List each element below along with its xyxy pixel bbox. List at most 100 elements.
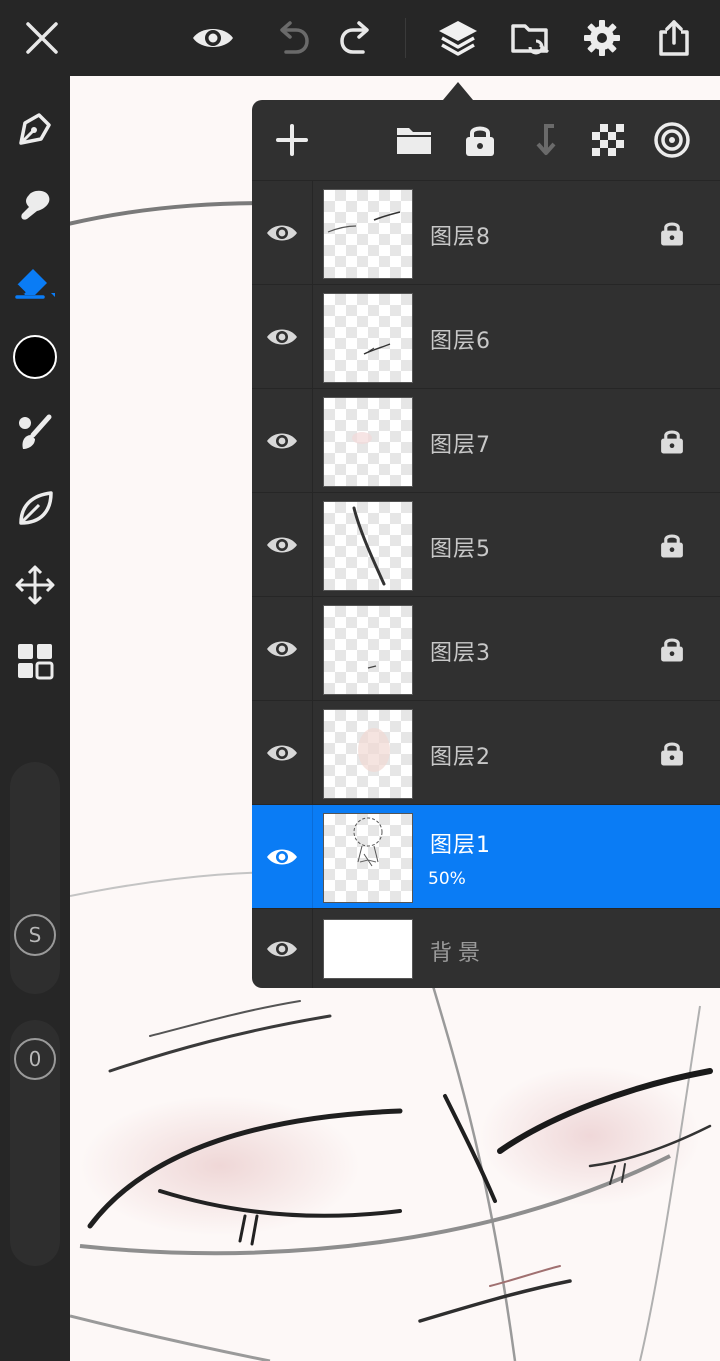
panel-pointer xyxy=(443,82,473,100)
eye-icon xyxy=(267,641,297,657)
layer-row[interactable]: 图层6 xyxy=(252,284,720,389)
color-picker-button[interactable] xyxy=(10,332,60,382)
layer-thumbnail xyxy=(323,189,413,279)
layer-name: 图层7 xyxy=(430,433,491,458)
undo-icon xyxy=(280,21,309,54)
redo-button[interactable] xyxy=(333,14,381,62)
eye-icon xyxy=(267,225,297,241)
layer-lock-indicator[interactable] xyxy=(654,737,690,769)
eye-icon xyxy=(193,29,233,47)
layer-thumbnail xyxy=(323,709,413,799)
layer-lock-indicator[interactable] xyxy=(654,529,690,561)
move-tool-button[interactable] xyxy=(10,560,60,610)
layer-visibility-toggle[interactable] xyxy=(252,805,313,909)
layers-panel-toolbar xyxy=(252,100,720,180)
preview-button[interactable] xyxy=(189,14,237,62)
layer-row[interactable]: 图层7 xyxy=(252,388,720,493)
layer-visibility-toggle[interactable] xyxy=(252,181,313,285)
lock-icon xyxy=(661,534,683,558)
brush-size-slider[interactable] xyxy=(10,762,60,994)
layer-visibility-toggle[interactable] xyxy=(252,909,313,988)
leaf-icon xyxy=(19,491,53,525)
lock-icon xyxy=(661,430,683,454)
gallery-icon xyxy=(511,24,549,55)
layer-row[interactable]: 图层2 xyxy=(252,700,720,805)
layer-visibility-toggle[interactable] xyxy=(252,493,313,597)
eye-icon xyxy=(267,329,297,345)
add-layer-button[interactable] xyxy=(268,116,316,164)
undo-button[interactable] xyxy=(268,14,316,62)
eye-icon xyxy=(267,433,297,449)
layer-name: 图层3 xyxy=(430,641,491,666)
brush-size-label: S xyxy=(14,914,56,956)
left-toolbar: S 0 xyxy=(0,76,70,1361)
smudge-tool-button[interactable] xyxy=(10,180,60,230)
gallery-button[interactable] xyxy=(507,14,555,62)
layer-row[interactable]: 图层3 xyxy=(252,596,720,701)
brush-opacity-knob[interactable]: 0 xyxy=(12,1036,58,1082)
eye-icon xyxy=(267,941,297,957)
layer-name: 图层8 xyxy=(430,225,491,250)
eye-icon xyxy=(267,849,297,865)
layer-lock-indicator[interactable] xyxy=(654,425,690,457)
layer-lock-indicator[interactable] xyxy=(654,633,690,665)
folder-icon xyxy=(397,128,431,154)
layer-name: 图层5 xyxy=(430,537,491,562)
new-group-button[interactable] xyxy=(390,116,438,164)
layer-name: 图层2 xyxy=(430,745,491,770)
target-icon xyxy=(654,122,690,158)
layer-opacity: 50% xyxy=(428,869,466,889)
toolbar-divider xyxy=(405,18,406,58)
brush-library-icon xyxy=(19,414,52,449)
top-toolbar xyxy=(0,0,720,76)
layer-row-background[interactable]: 背景 xyxy=(252,908,720,988)
close-icon xyxy=(26,22,58,54)
plus-icon xyxy=(276,124,308,156)
settings-button[interactable] xyxy=(578,14,626,62)
app-root: S 0 图层8 图层6 图层7 图层5 图层3 图层2 图层1 50% 背景 xyxy=(0,0,720,1361)
grid-tool-button[interactable] xyxy=(10,636,60,686)
layers-panel: 图层8 图层6 图层7 图层5 图层3 图层2 图层1 50% 背景 xyxy=(252,100,720,988)
eye-icon xyxy=(267,537,297,553)
close-button[interactable] xyxy=(18,14,66,62)
layer-name: 图层1 xyxy=(430,833,491,858)
lock-icon xyxy=(661,222,683,246)
layers-icon xyxy=(439,21,477,56)
layer-visibility-toggle[interactable] xyxy=(252,701,313,805)
brush-size-knob[interactable]: S xyxy=(12,912,58,958)
layer-row[interactable]: 图层5 xyxy=(252,492,720,597)
layer-visibility-toggle[interactable] xyxy=(252,597,313,701)
layer-thumbnail xyxy=(323,813,413,903)
layer-visibility-toggle[interactable] xyxy=(252,389,313,493)
merge-down-icon xyxy=(536,124,556,155)
reference-button[interactable] xyxy=(648,116,696,164)
color-swatch xyxy=(13,335,57,379)
gear-icon xyxy=(584,20,620,56)
checkerboard-icon xyxy=(592,124,624,156)
layer-name: 背景 xyxy=(430,941,487,966)
eraser-tool-button[interactable] xyxy=(10,256,60,306)
smudge-icon xyxy=(21,190,50,220)
redo-icon xyxy=(340,21,369,54)
layer-thumbnail xyxy=(323,397,413,487)
brush-library-button[interactable] xyxy=(10,408,60,458)
move-icon xyxy=(15,565,55,605)
layer-name: 图层6 xyxy=(430,329,491,354)
merge-down-button[interactable] xyxy=(520,116,568,164)
transparency-button[interactable] xyxy=(584,116,632,164)
pen-tool-button[interactable] xyxy=(10,104,60,154)
layer-row[interactable]: 图层8 xyxy=(252,180,720,285)
leaf-tool-button[interactable] xyxy=(10,484,60,534)
lock-icon xyxy=(661,742,683,766)
layer-visibility-toggle[interactable] xyxy=(252,285,313,389)
share-button[interactable] xyxy=(650,14,698,62)
layers-button[interactable] xyxy=(434,14,482,62)
lock-icon xyxy=(661,638,683,662)
lock-layer-button[interactable] xyxy=(456,116,504,164)
layer-row-selected[interactable]: 图层1 50% xyxy=(252,804,720,909)
layer-thumbnail xyxy=(323,293,413,383)
eye-icon xyxy=(267,745,297,761)
layer-thumbnail xyxy=(323,501,413,591)
layer-lock-indicator[interactable] xyxy=(654,217,690,249)
lock-icon xyxy=(466,126,494,156)
